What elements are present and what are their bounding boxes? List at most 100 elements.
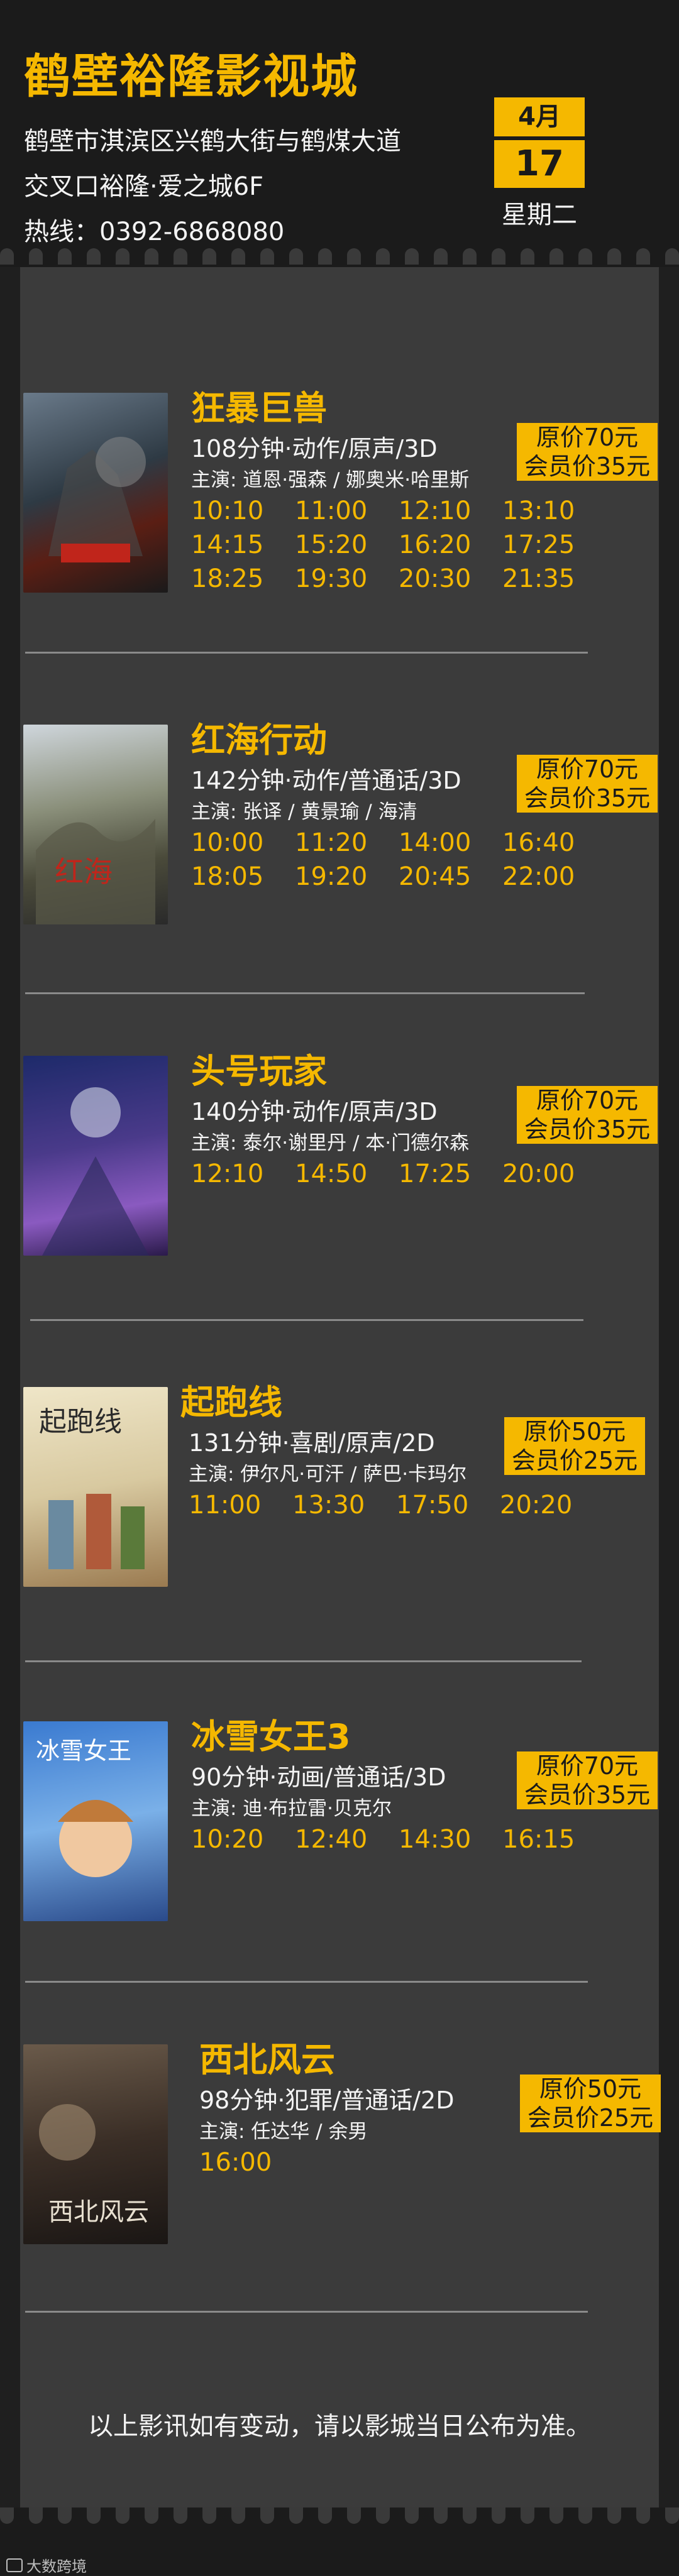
- showtime[interactable]: 12:10: [399, 496, 502, 525]
- movie-info: 142分钟·动作/普通话/3D: [191, 767, 461, 794]
- showtimes-grid: 11:00 13:30 17:50 20:20: [189, 1491, 604, 1520]
- showtime[interactable]: 12:40: [295, 1825, 399, 1854]
- movie-info: 98分钟·犯罪/普通话/2D: [199, 2086, 455, 2114]
- showtime[interactable]: 10:20: [191, 1825, 295, 1854]
- cinema-header: 鹤壁裕隆影视城 鹤壁市淇滨区兴鹤大街与鹤煤大道 交叉口裕隆·爱之城6F 热线：0…: [0, 0, 679, 267]
- divider: [30, 1319, 583, 1321]
- showtime[interactable]: 17:50: [396, 1491, 500, 1520]
- showtime[interactable]: 20:45: [399, 862, 502, 891]
- movie-title: 起跑线: [180, 1383, 282, 1422]
- cinema-title: 鹤壁裕隆影视城: [24, 50, 358, 104]
- showtimes-grid: 16:00: [199, 2148, 614, 2177]
- price-member: 会员价35元: [517, 452, 658, 481]
- price-original: 原价70元: [517, 423, 658, 452]
- date-weekday: 星期二: [502, 200, 577, 229]
- schedule-notice: 以上影讯如有变动，请以影城当日公布为准。: [88, 2412, 591, 2441]
- showtime[interactable]: 12:10: [191, 1159, 295, 1188]
- movie-cast: 主演: 道恩·强森 / 娜奥米·哈里斯: [191, 469, 470, 491]
- divider: [25, 1660, 582, 1662]
- watermark-logo: 大数跨境: [6, 2554, 87, 2576]
- showtime[interactable]: 20:00: [502, 1159, 606, 1188]
- movie-title: 冰雪女王3: [191, 1717, 351, 1757]
- svg-text:起跑线: 起跑线: [39, 1406, 122, 1438]
- divider: [25, 992, 585, 994]
- schedule-panel: 狂暴巨兽 108分钟·动作/原声/3D 主演: 道恩·强森 / 娜奥米·哈里斯 …: [20, 267, 661, 2511]
- poster-image: 红海: [23, 725, 168, 924]
- poster-image: 冰雪女王: [23, 1721, 168, 1921]
- movie-info: 131分钟·喜剧/原声/2D: [189, 1429, 435, 1457]
- showtime[interactable]: 16:20: [399, 530, 502, 559]
- showtime[interactable]: 13:10: [502, 496, 606, 525]
- movie-info: 90分钟·动画/普通话/3D: [191, 1763, 446, 1791]
- showtime[interactable]: 14:15: [191, 530, 295, 559]
- price-original: 原价70元: [517, 1086, 658, 1115]
- showtime[interactable]: 14:50: [295, 1159, 399, 1188]
- movie-cast: 主演: 迪·布拉雷·贝克尔: [191, 1797, 392, 1820]
- address-line-2: 交叉口裕隆·爱之城6F: [24, 172, 264, 201]
- showtime[interactable]: 11:00: [295, 496, 399, 525]
- hotline: 热线：0392-6868080: [24, 217, 285, 246]
- price-member: 会员价35元: [517, 1115, 658, 1144]
- footer: 大数跨境: [0, 2507, 679, 2575]
- price-member: 会员价25元: [504, 1446, 645, 1475]
- showtime[interactable]: 16:40: [502, 828, 606, 857]
- price-member: 会员价25元: [520, 2103, 661, 2132]
- date-box: 4月 17 星期二: [494, 97, 585, 231]
- date-day: 17: [494, 140, 585, 188]
- movie-title: 西北风云: [199, 2040, 335, 2080]
- showtime[interactable]: 15:20: [295, 530, 399, 559]
- svg-text:红海: 红海: [55, 855, 113, 889]
- showtimes-grid: 10:10 11:00 12:10 13:10 14:15 15:20 16:2…: [191, 496, 606, 593]
- showtime[interactable]: 21:35: [502, 564, 606, 593]
- showtime[interactable]: 20:30: [399, 564, 502, 593]
- poster-image: 西北风云: [23, 2044, 168, 2244]
- showtime[interactable]: 10:10: [191, 496, 295, 525]
- showtime[interactable]: 11:00: [189, 1491, 292, 1520]
- showtime[interactable]: 17:25: [502, 530, 606, 559]
- showtime[interactable]: 20:20: [500, 1491, 604, 1520]
- poster-image: [23, 393, 168, 593]
- poster-image: 起跑线: [23, 1387, 168, 1587]
- svg-text:西北风云: 西北风云: [48, 2198, 149, 2227]
- price-original: 原价50元: [520, 2075, 661, 2103]
- movie-info: 140分钟·动作/原声/3D: [191, 1098, 438, 1126]
- divider: [25, 652, 588, 654]
- showtime[interactable]: 10:00: [191, 828, 295, 857]
- showtime[interactable]: 19:30: [295, 564, 399, 593]
- logo-icon: [6, 2558, 23, 2572]
- logo-text: 大数跨境: [26, 2558, 87, 2575]
- price-original: 原价50元: [504, 1417, 645, 1446]
- price-member: 会员价35元: [517, 784, 658, 813]
- showtimes-grid: 10:20 12:40 14:30 16:15: [191, 1825, 606, 1854]
- showtime[interactable]: 18:05: [191, 862, 295, 891]
- address-line-1: 鹤壁市淇滨区兴鹤大街与鹤煤大道: [24, 127, 401, 156]
- movie-cast: 主演: 泰尔·谢里丹 / 本·门德尔森: [191, 1132, 470, 1154]
- movie-title: 头号玩家: [191, 1051, 327, 1091]
- showtime[interactable]: 13:30: [292, 1491, 396, 1520]
- showtime[interactable]: 22:00: [502, 862, 606, 891]
- showtimes-grid: 12:10 14:50 17:25 20:00: [191, 1159, 606, 1188]
- movie-title: 红海行动: [191, 720, 327, 760]
- showtime[interactable]: 16:15: [502, 1825, 606, 1854]
- movie-cast: 主演: 任达华 / 余男: [199, 2120, 368, 2143]
- divider: [25, 2311, 588, 2313]
- showtime[interactable]: 16:00: [199, 2148, 303, 2177]
- showtime[interactable]: 17:25: [399, 1159, 502, 1188]
- showtime[interactable]: 14:30: [399, 1825, 502, 1854]
- movie-info: 108分钟·动作/原声/3D: [191, 435, 438, 463]
- price-member: 会员价35元: [517, 1780, 658, 1809]
- poster-image: [23, 1056, 168, 1256]
- svg-text:冰雪女王: 冰雪女王: [36, 1737, 131, 1765]
- ticket-perforation-top: [0, 248, 679, 267]
- showtime[interactable]: 19:20: [295, 862, 399, 891]
- movie-cast: 主演: 张译 / 黄景瑜 / 海清: [191, 801, 417, 823]
- price-original: 原价70元: [517, 1751, 658, 1780]
- showtime[interactable]: 11:20: [295, 828, 399, 857]
- date-month: 4月: [494, 97, 585, 136]
- showtime[interactable]: 14:00: [399, 828, 502, 857]
- divider: [25, 1981, 588, 1983]
- movie-cast: 主演: 伊尔凡·可汗 / 萨巴·卡玛尔: [189, 1463, 467, 1486]
- movie-title: 狂暴巨兽: [191, 388, 327, 428]
- showtime[interactable]: 18:25: [191, 564, 295, 593]
- ticket-perforation-bottom: [0, 2507, 679, 2524]
